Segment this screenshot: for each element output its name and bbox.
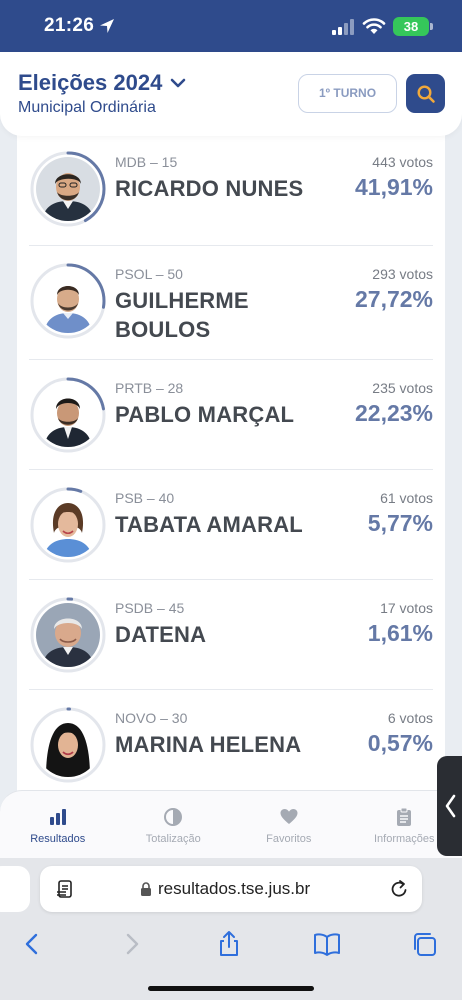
share-icon[interactable] xyxy=(215,930,243,958)
candidate-name: GUILHERME BOULOS xyxy=(115,288,249,342)
vote-count: 235 votos xyxy=(372,380,433,396)
vote-count: 17 votos xyxy=(380,600,433,616)
candidate-photo xyxy=(36,157,100,221)
back-icon[interactable] xyxy=(18,930,46,958)
bar-chart-icon xyxy=(49,809,66,825)
bookmarks-icon[interactable] xyxy=(313,930,341,958)
candidate-photo xyxy=(36,383,100,447)
party-number: PSB – 40 xyxy=(115,490,175,506)
pie-chart-icon xyxy=(164,808,183,826)
cellular-signal-icon xyxy=(332,19,354,35)
party-number: PSDB – 45 xyxy=(115,600,185,616)
status-bar: 21:26 38 xyxy=(0,0,462,52)
app-header: Eleições 2024 Municipal Ordinária 1º TUR… xyxy=(0,52,462,136)
party-number: NOVO – 30 xyxy=(115,710,188,726)
candidate-row[interactable]: PSB – 40 TABATA AMARAL 61 votos 5,77% xyxy=(29,470,433,580)
tab-label: Resultados xyxy=(30,833,86,845)
candidate-row[interactable]: MDB – 15 RICARDO NUNES 443 votos 41,91% xyxy=(29,134,433,246)
vote-count: 443 votos xyxy=(372,154,433,170)
candidate-photo xyxy=(36,713,100,777)
vote-percent: 1,61% xyxy=(367,620,433,646)
candidate-photo xyxy=(36,603,100,667)
battery-level: 38 xyxy=(403,19,419,34)
url-display[interactable]: resultados.tse.jus.br xyxy=(140,879,310,899)
home-indicator xyxy=(148,986,314,991)
browser-nav-row xyxy=(0,926,462,962)
vote-count: 6 votos xyxy=(387,710,433,726)
page-title: Eleições 2024 xyxy=(18,70,163,95)
location-arrow-icon xyxy=(100,19,114,33)
vote-percent: 0,57% xyxy=(367,730,433,756)
clipboard-icon xyxy=(397,807,412,826)
candidate-row[interactable]: PRTB – 28 PABLO MARÇAL 235 votos 22,23% xyxy=(29,360,433,470)
results-list: MDB – 15 RICARDO NUNES 443 votos 41,91% xyxy=(17,134,445,834)
candidate-avatar xyxy=(29,150,107,228)
tab-label: Informações xyxy=(373,833,435,845)
candidate-name: MARINA HELENA xyxy=(115,732,302,757)
candidate-row[interactable]: PSOL – 50 GUILHERME BOULOS 293 votos 27,… xyxy=(29,246,433,360)
party-number: PSOL – 50 xyxy=(115,266,183,282)
forward-icon[interactable] xyxy=(118,930,146,958)
address-bar[interactable]: resultados.tse.jus.br xyxy=(40,866,422,912)
search-icon xyxy=(416,84,435,103)
status-time: 21:26 xyxy=(44,15,95,36)
tabs-icon[interactable] xyxy=(411,930,439,958)
turno-button[interactable]: 1º TURNO xyxy=(298,74,397,113)
chevron-left-icon xyxy=(445,794,455,818)
chevron-down-icon xyxy=(171,78,186,88)
candidate-avatar xyxy=(29,262,107,340)
party-number: MDB – 15 xyxy=(115,154,178,170)
tab-favoritos[interactable]: Favoritos xyxy=(239,807,339,858)
tab-resultados[interactable]: Resultados xyxy=(8,807,108,858)
candidate-name: RICARDO NUNES xyxy=(115,176,304,201)
candidate-name: DATENA xyxy=(115,622,207,647)
side-panel-handle[interactable] xyxy=(437,756,462,856)
tab-label: Totalização xyxy=(145,833,201,845)
wifi-icon xyxy=(362,18,386,34)
url-text: resultados.tse.jus.br xyxy=(158,879,311,898)
candidate-name: TABATA AMARAL xyxy=(115,512,303,537)
candidate-row[interactable]: PSDB – 45 DATENA 17 votos 1,61% xyxy=(29,580,433,690)
reload-icon[interactable] xyxy=(388,878,410,900)
page-subtitle: Municipal Ordinária xyxy=(18,99,156,116)
vote-percent: 41,91% xyxy=(354,174,433,200)
battery-indicator: 38 xyxy=(393,17,433,36)
candidate-row[interactable]: NOVO – 30 MARINA HELENA 6 votos 0,57% xyxy=(29,690,433,800)
browser-toolbar: resultados.tse.jus.br xyxy=(0,858,462,1000)
page-settings-icon[interactable] xyxy=(56,880,76,898)
previous-tab-preview[interactable] xyxy=(0,866,30,912)
candidate-name: PABLO MARÇAL xyxy=(115,402,295,427)
bottom-tab-bar: Resultados Totalização Favoritos Informa… xyxy=(0,790,462,858)
tab-label: Favoritos xyxy=(266,833,312,845)
candidate-photo xyxy=(36,493,100,557)
vote-count: 61 votos xyxy=(380,490,433,506)
search-button[interactable] xyxy=(406,74,445,113)
vote-percent: 27,72% xyxy=(354,286,433,312)
candidate-avatar xyxy=(29,376,107,454)
vote-percent: 22,23% xyxy=(354,400,433,426)
party-number: PRTB – 28 xyxy=(115,380,184,396)
heart-icon xyxy=(280,809,298,824)
lock-icon xyxy=(141,882,151,896)
candidate-avatar xyxy=(29,486,107,564)
candidate-photo xyxy=(36,269,100,333)
candidate-avatar xyxy=(29,706,107,784)
election-selector[interactable]: Eleições 2024 xyxy=(18,70,186,96)
vote-count: 293 votos xyxy=(372,266,433,282)
vote-percent: 5,77% xyxy=(367,510,433,536)
candidate-avatar xyxy=(29,596,107,674)
tab-totalizacao[interactable]: Totalização xyxy=(123,807,223,858)
